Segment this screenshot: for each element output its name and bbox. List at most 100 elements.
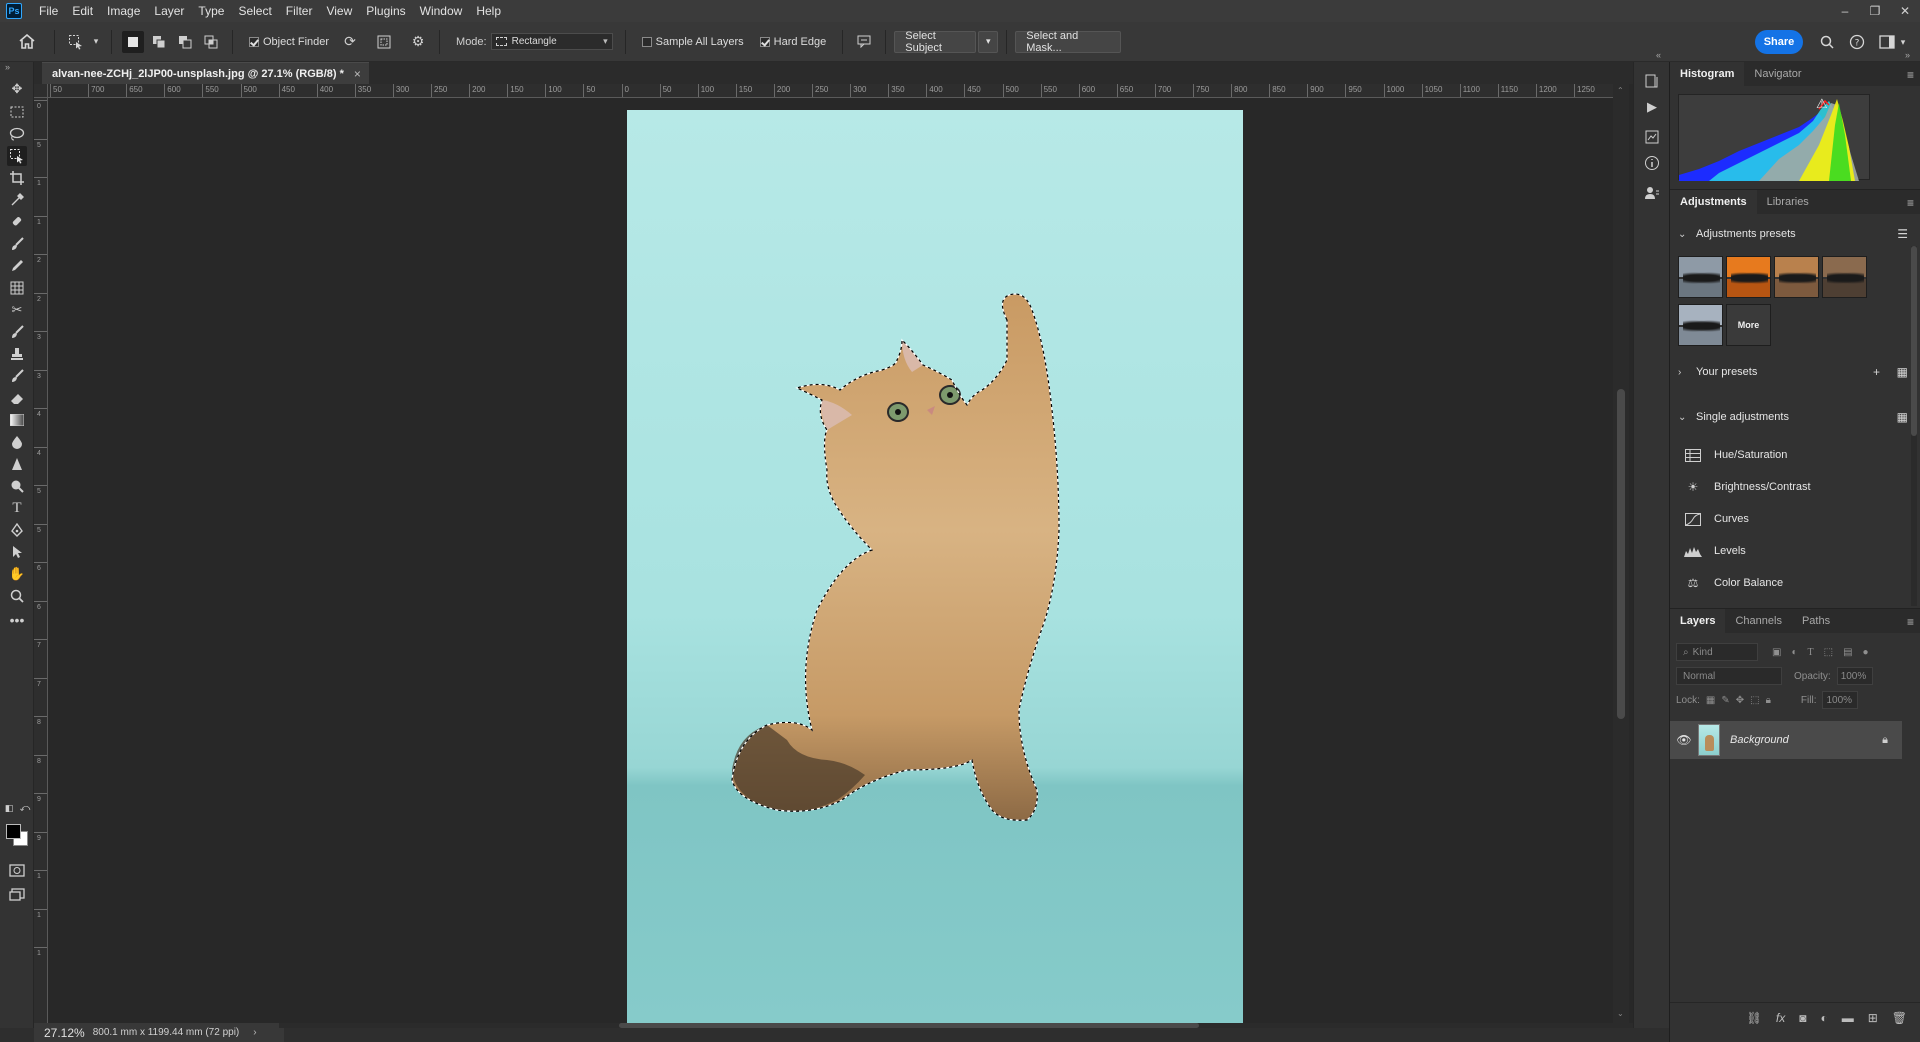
quick-mask-icon[interactable] bbox=[7, 860, 27, 880]
scroll-up-icon[interactable]: ⌃ bbox=[1617, 86, 1624, 95]
adjustment-filter-icon[interactable]: ◐ bbox=[1791, 647, 1797, 658]
cache-warning-icon[interactable]: ⚠ bbox=[1816, 96, 1828, 112]
play-actions-icon[interactable]: ▶ bbox=[1643, 98, 1661, 116]
adjustments-presets-header[interactable]: ⌄ Adjustments presets ☰ bbox=[1678, 227, 1908, 241]
more-presets-button[interactable]: More bbox=[1726, 304, 1771, 346]
layer-kind-filter[interactable]: ⌕ Kind bbox=[1676, 643, 1758, 661]
properties-icon[interactable] bbox=[1643, 128, 1661, 146]
new-layer-icon[interactable]: ⊞ bbox=[1868, 1011, 1878, 1025]
mode-select[interactable]: Rectangle ▾ bbox=[490, 33, 613, 50]
default-colors-icon[interactable]: ◧ bbox=[3, 802, 15, 814]
lock-icon[interactable]: 🔒︎ bbox=[1882, 734, 1888, 747]
chevron-down-icon[interactable]: ▾ bbox=[91, 31, 101, 53]
crop-tool-icon[interactable] bbox=[7, 168, 27, 188]
pen-tool-icon[interactable] bbox=[7, 520, 27, 540]
link-layers-icon[interactable]: ⛓ bbox=[1747, 1011, 1762, 1025]
close-tab-icon[interactable]: × bbox=[354, 67, 361, 81]
grid-view-icon[interactable]: ▦ bbox=[1897, 410, 1908, 424]
eyedropper-tool-icon[interactable] bbox=[7, 190, 27, 210]
blur-tool-icon[interactable] bbox=[7, 432, 27, 452]
subtract-from-selection-icon[interactable] bbox=[174, 31, 196, 53]
delete-layer-icon[interactable]: 🗑︎ bbox=[1892, 1011, 1907, 1025]
chevron-down-icon[interactable]: ▾ bbox=[1897, 32, 1909, 52]
workspace-icon[interactable] bbox=[1877, 32, 1897, 52]
spot-healing-brush-icon[interactable] bbox=[7, 212, 27, 232]
smart-object-filter-icon[interactable]: ▤ bbox=[1843, 647, 1852, 658]
add-mask-icon[interactable]: ◙ bbox=[1799, 1011, 1806, 1025]
pencil-tool-icon[interactable] bbox=[7, 256, 27, 276]
type-filter-icon[interactable]: T bbox=[1808, 647, 1814, 658]
fill-input[interactable]: 100% bbox=[1822, 691, 1859, 709]
search-icon[interactable] bbox=[1817, 32, 1837, 52]
checkbox-checked-icon[interactable] bbox=[249, 36, 259, 47]
add-to-selection-icon[interactable] bbox=[148, 31, 170, 53]
paint-brush-icon[interactable] bbox=[7, 322, 27, 342]
adjustment-hue-saturation[interactable]: Hue/Saturation bbox=[1684, 448, 1787, 462]
zoom-tool-icon[interactable] bbox=[7, 586, 27, 606]
sharpen-tool-icon[interactable] bbox=[7, 454, 27, 474]
lock-position-icon[interactable]: ✥ bbox=[1736, 695, 1744, 706]
preset-thumbnail-1[interactable] bbox=[1678, 256, 1723, 298]
select-subject-button[interactable]: Select Subject bbox=[894, 30, 977, 54]
object-selection-preset-icon[interactable] bbox=[65, 31, 87, 53]
show-all-objects-icon[interactable] bbox=[373, 31, 395, 53]
adjustment-curves[interactable]: Curves bbox=[1684, 512, 1749, 526]
single-adjustments-header[interactable]: ⌄ Single adjustments ▦ bbox=[1678, 410, 1908, 424]
tab-navigator[interactable]: Navigator bbox=[1744, 62, 1811, 86]
menu-help[interactable]: Help bbox=[469, 0, 508, 22]
type-tool-icon[interactable]: T bbox=[7, 498, 27, 518]
pattern-stamp-icon[interactable] bbox=[7, 278, 27, 298]
comments-icon[interactable] bbox=[1643, 184, 1661, 202]
lock-transparent-pixels-icon[interactable]: ▦ bbox=[1706, 695, 1715, 706]
tab-histogram[interactable]: Histogram bbox=[1670, 62, 1745, 86]
lock-image-pixels-icon[interactable]: ✎ bbox=[1721, 695, 1729, 706]
gear-icon[interactable]: ⚙ bbox=[407, 31, 429, 53]
panel-menu-icon[interactable]: ≡ bbox=[1907, 68, 1914, 82]
menu-view[interactable]: View bbox=[319, 0, 359, 22]
eraser-tool-icon[interactable] bbox=[7, 388, 27, 408]
preset-thumbnail-3[interactable] bbox=[1774, 256, 1819, 298]
new-group-icon[interactable]: ▬ bbox=[1842, 1011, 1854, 1025]
horizontal-ruler[interactable]: 50 700 650 600 550 500 450 400 350 300 250 200 150 10… bbox=[48, 84, 1613, 98]
swap-colors-icon[interactable]: ⤺ bbox=[19, 802, 31, 814]
layer-style-fx-icon[interactable]: fx bbox=[1776, 1011, 1785, 1025]
your-presets-header[interactable]: › Your presets + ▦ bbox=[1678, 365, 1908, 379]
adjustments-scrollbar[interactable] bbox=[1911, 246, 1917, 606]
checkbox-checked-icon[interactable] bbox=[759, 36, 770, 47]
tab-paths[interactable]: Paths bbox=[1792, 609, 1840, 633]
select-and-mask-button[interactable]: Select and Mask... bbox=[1015, 30, 1122, 54]
home-icon[interactable] bbox=[16, 31, 38, 53]
hard-edge-checkbox[interactable]: Hard Edge bbox=[759, 36, 826, 48]
eye-visibility-icon[interactable]: 👁︎ bbox=[1670, 733, 1698, 747]
menu-filter[interactable]: Filter bbox=[279, 0, 320, 22]
refresh-icon[interactable]: ⟳ bbox=[339, 31, 361, 53]
move-tool-icon[interactable]: ✥ bbox=[7, 79, 27, 99]
new-adjustment-layer-icon[interactable]: ◐ bbox=[1820, 1011, 1827, 1025]
pixel-filter-icon[interactable]: ▣ bbox=[1772, 647, 1781, 658]
filter-toggle-icon[interactable]: ● bbox=[1863, 647, 1869, 658]
object-selection-tool-icon[interactable] bbox=[7, 146, 27, 166]
screen-mode-icon[interactable] bbox=[7, 884, 27, 904]
opacity-input[interactable]: 100% bbox=[1836, 667, 1873, 685]
menu-window[interactable]: Window bbox=[413, 0, 470, 22]
vertical-scrollbar[interactable]: ⌃ ⌄ bbox=[1613, 84, 1629, 1023]
foreground-color-swatch[interactable] bbox=[6, 824, 21, 839]
object-finder-checkbox[interactable]: Object Finder bbox=[249, 36, 329, 48]
shape-filter-icon[interactable]: ⬚ bbox=[1824, 647, 1833, 658]
more-tools-icon[interactable]: ••• bbox=[7, 610, 27, 630]
menu-plugins[interactable]: Plugins bbox=[359, 0, 412, 22]
help-icon[interactable]: ? bbox=[1847, 32, 1867, 52]
brush-tool-icon[interactable] bbox=[7, 234, 27, 254]
lasso-tool-icon[interactable] bbox=[7, 124, 27, 144]
preset-thumbnail-5[interactable] bbox=[1678, 304, 1723, 346]
sample-all-layers-checkbox[interactable]: Sample All Layers bbox=[641, 36, 744, 48]
marquee-tool-icon[interactable] bbox=[7, 102, 27, 122]
vertical-scroll-thumb[interactable] bbox=[1617, 389, 1625, 719]
tab-channels[interactable]: Channels bbox=[1725, 609, 1791, 633]
restore-button[interactable]: ❐ bbox=[1860, 0, 1890, 22]
history-icon[interactable] bbox=[1643, 72, 1661, 90]
path-selection-tool-icon[interactable] bbox=[7, 542, 27, 562]
preset-thumbnail-4[interactable] bbox=[1822, 256, 1867, 298]
gradient-tool-icon[interactable] bbox=[7, 410, 27, 430]
tab-layers[interactable]: Layers bbox=[1670, 609, 1726, 633]
